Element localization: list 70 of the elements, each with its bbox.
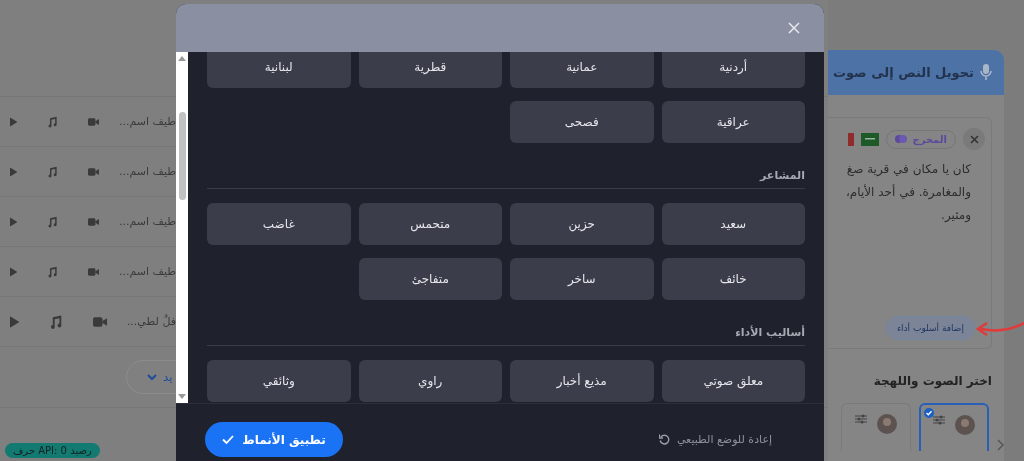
story-text-line: كان يا مكان في قرية صغ	[846, 162, 971, 176]
video-camera-icon[interactable]	[87, 216, 99, 227]
music-note-icon[interactable]	[49, 314, 63, 329]
voice-card[interactable]	[919, 403, 989, 451]
mask-icon	[895, 134, 908, 144]
check-icon	[222, 435, 235, 444]
style-option-button[interactable]: راوي	[358, 360, 502, 402]
style-option-button[interactable]: لبنانية	[207, 52, 351, 88]
play-icon[interactable]	[10, 115, 18, 128]
reset-icon	[658, 434, 670, 445]
style-option-button[interactable]: مذيع أخبار	[510, 360, 654, 402]
apply-button[interactable]: تطبيق الأنماط	[205, 422, 343, 457]
avatar-icon	[877, 414, 897, 434]
scrollbar-thumb[interactable]	[178, 112, 186, 200]
video-camera-icon[interactable]	[87, 116, 99, 127]
row-title: طيف اسم...	[118, 265, 176, 278]
style-option-button[interactable]: خائف	[661, 258, 805, 300]
check-circle-icon	[924, 408, 934, 418]
style-option-button[interactable]: حزين	[510, 203, 654, 245]
music-note-icon[interactable]	[47, 264, 58, 279]
sliders-icon[interactable]	[933, 415, 945, 425]
close-icon	[788, 22, 800, 34]
chevron-down-icon	[147, 373, 157, 381]
style-option-button[interactable]: سعيد	[661, 203, 805, 245]
row-title: طيف اسم...	[118, 165, 176, 178]
row-title: طيف اسم...	[118, 115, 176, 128]
video-camera-icon[interactable]	[87, 166, 99, 177]
style-option-button[interactable]: معلق صوتي	[661, 360, 805, 402]
flag-icon[interactable]	[861, 132, 880, 146]
play-icon[interactable]	[10, 315, 20, 328]
sliders-icon[interactable]	[855, 414, 867, 424]
section-heading: اختر الصوت واللهجة	[872, 374, 992, 388]
scroll-up-icon[interactable]	[178, 55, 186, 61]
style-option-button[interactable]: أردنية	[661, 52, 805, 88]
play-icon[interactable]	[10, 165, 18, 178]
close-button[interactable]	[788, 22, 800, 34]
style-option-button[interactable]: عمانية	[510, 52, 654, 88]
style-option-button[interactable]: غاضب	[207, 203, 351, 245]
style-option-button[interactable]: فصحى	[510, 101, 654, 143]
close-button[interactable]	[963, 128, 985, 150]
music-note-icon[interactable]	[47, 214, 58, 229]
panel-title: تحويل النص إلى صوت	[832, 65, 974, 80]
story-text-line: والمغامرة. في أحد الأيام،	[845, 185, 971, 199]
video-camera-icon[interactable]	[92, 316, 107, 327]
style-option-button[interactable]: متفاجئ	[358, 258, 502, 300]
play-icon[interactable]	[10, 265, 18, 278]
reset-button[interactable]: إعادة للوضع الطبيعي	[652, 432, 778, 447]
style-option-button[interactable]: وثائقي	[207, 360, 351, 402]
style-option-button[interactable]: متحمس	[358, 203, 502, 245]
credit-badge: رصيد API: 0 حرف	[5, 443, 100, 458]
section-heading: المشاعر	[207, 143, 805, 189]
style-option-button[interactable]: ساخر	[510, 258, 654, 300]
avatar-icon	[955, 415, 975, 435]
flag-icon[interactable]	[848, 132, 855, 146]
arrow-icon	[975, 320, 1024, 338]
microphone-icon	[980, 64, 992, 81]
style-option-button[interactable]: عراقية	[661, 101, 805, 143]
story-text-line: ومثير.	[941, 208, 971, 222]
music-note-icon[interactable]	[47, 114, 58, 129]
row-title: طيف اسم...	[118, 215, 176, 228]
music-note-icon[interactable]	[47, 164, 58, 179]
chevron-icon[interactable]	[997, 439, 1004, 451]
style-option-button[interactable]: قطرية	[358, 52, 502, 88]
section-heading: أساليب الأداء	[207, 300, 805, 346]
play-icon[interactable]	[10, 215, 18, 228]
voice-card[interactable]	[841, 403, 911, 451]
row-title: فلٌ لطي...	[126, 315, 176, 328]
scrollbar[interactable]	[176, 52, 188, 403]
close-icon	[969, 134, 979, 144]
video-camera-icon[interactable]	[87, 266, 99, 277]
